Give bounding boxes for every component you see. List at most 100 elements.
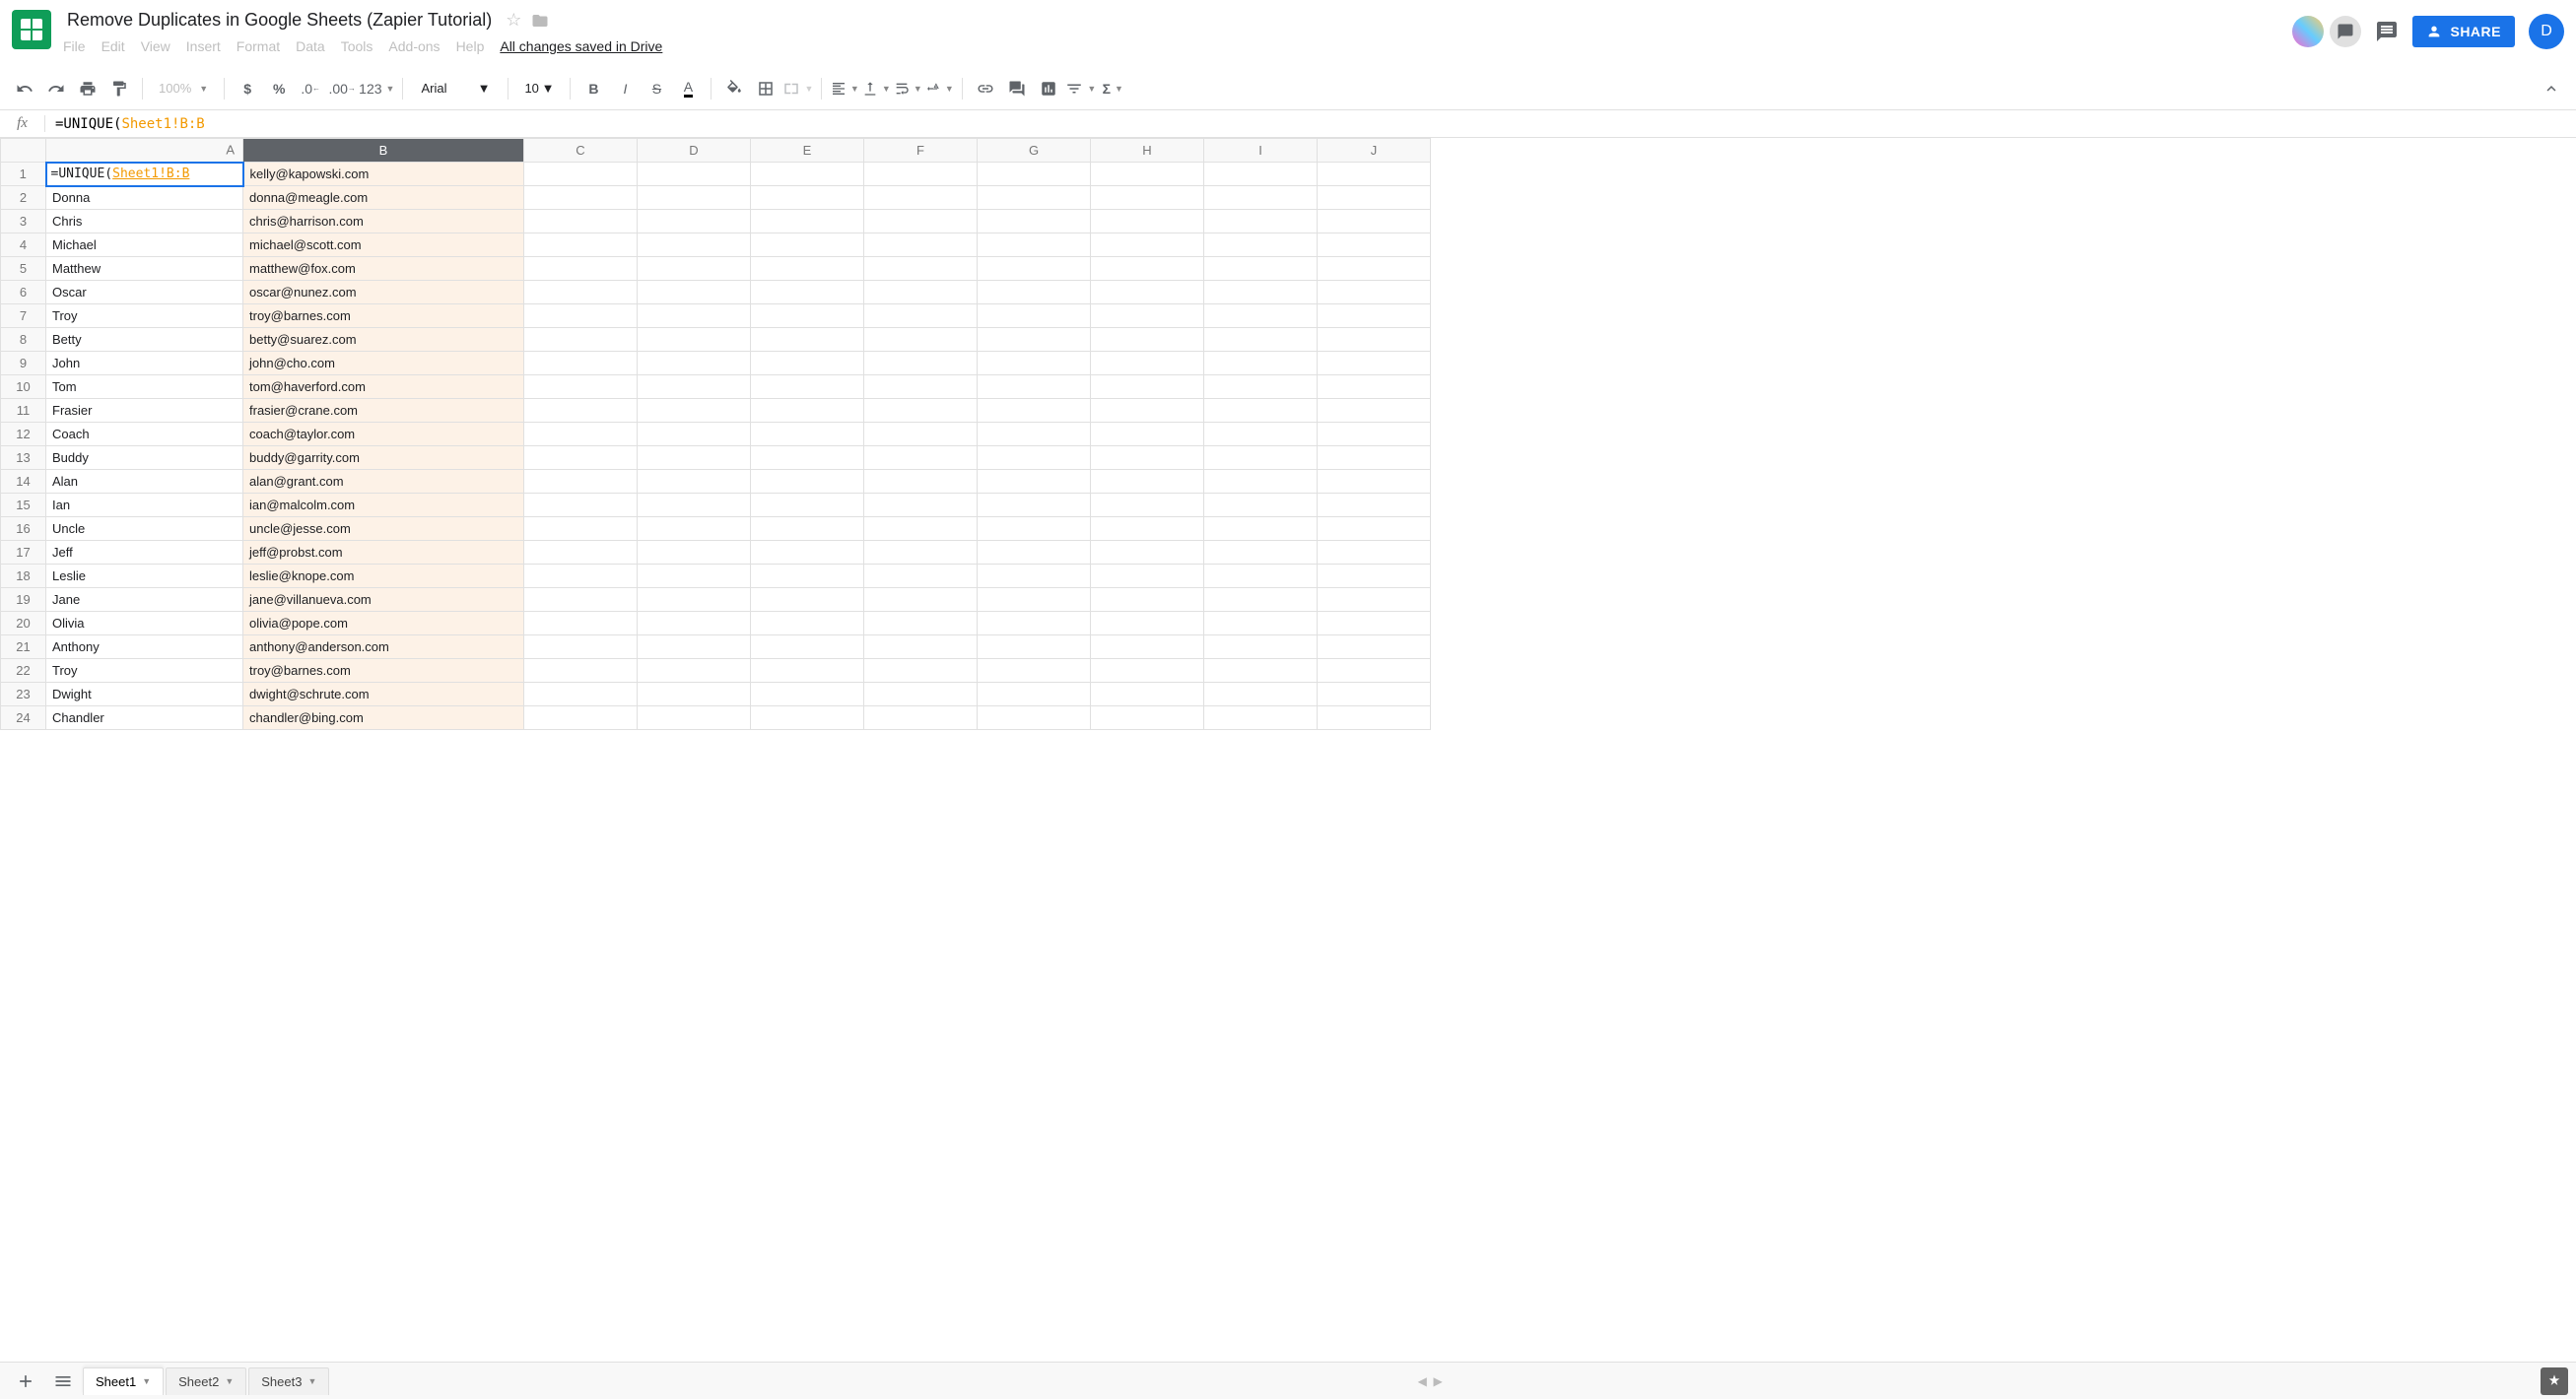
cell[interactable] — [751, 423, 864, 446]
cell[interactable] — [1204, 470, 1318, 494]
currency-button[interactable]: $ — [233, 74, 262, 103]
cell[interactable]: troy@barnes.com — [243, 304, 524, 328]
redo-button[interactable] — [41, 74, 71, 103]
cell[interactable] — [1204, 683, 1318, 706]
spreadsheet-grid[interactable]: A B C D E F G H I J 1Sheet3!A1=UNIQUE(Sh… — [0, 138, 2576, 1362]
row-header[interactable]: 11 — [1, 399, 46, 423]
cell[interactable] — [638, 233, 751, 257]
cell[interactable] — [751, 565, 864, 588]
cell[interactable] — [978, 399, 1091, 423]
cell[interactable] — [638, 352, 751, 375]
cell[interactable] — [1318, 565, 1431, 588]
cell[interactable]: Buddy — [46, 446, 243, 470]
column-header-C[interactable]: C — [524, 139, 638, 163]
column-header-F[interactable]: F — [864, 139, 978, 163]
cell[interactable] — [638, 635, 751, 659]
cell[interactable]: Jane — [46, 588, 243, 612]
horizontal-scroll-hint[interactable]: ◀ ▶ — [1418, 1374, 1453, 1388]
cell[interactable] — [751, 659, 864, 683]
cell[interactable] — [1318, 423, 1431, 446]
merge-cells-button[interactable]: ▼ — [782, 74, 813, 103]
row-header[interactable]: 2 — [1, 186, 46, 210]
cell[interactable] — [751, 304, 864, 328]
cell[interactable] — [1204, 328, 1318, 352]
cell[interactable] — [1091, 352, 1204, 375]
cell[interactable] — [1318, 517, 1431, 541]
insert-link-button[interactable] — [971, 74, 1000, 103]
number-format-select[interactable]: 123▼ — [359, 74, 394, 103]
cell[interactable] — [751, 257, 864, 281]
cell[interactable]: Tom — [46, 375, 243, 399]
cell[interactable] — [978, 446, 1091, 470]
row-header[interactable]: 1 — [1, 163, 46, 186]
cell[interactable] — [524, 399, 638, 423]
cell[interactable]: chris@harrison.com — [243, 210, 524, 233]
cell[interactable]: Donna — [46, 186, 243, 210]
all-sheets-button[interactable] — [45, 1366, 81, 1396]
cell[interactable] — [978, 659, 1091, 683]
cell[interactable] — [638, 375, 751, 399]
cell[interactable]: Uncle — [46, 517, 243, 541]
insert-comment-button[interactable] — [1002, 74, 1032, 103]
cell[interactable]: alan@grant.com — [243, 470, 524, 494]
cell[interactable]: Ian — [46, 494, 243, 517]
cell[interactable] — [524, 659, 638, 683]
cell[interactable] — [638, 163, 751, 186]
cell[interactable] — [1204, 210, 1318, 233]
cell[interactable] — [1091, 304, 1204, 328]
cell[interactable]: John — [46, 352, 243, 375]
cell[interactable] — [864, 517, 978, 541]
cell[interactable] — [638, 328, 751, 352]
cell[interactable] — [1091, 635, 1204, 659]
cell[interactable]: oscar@nunez.com — [243, 281, 524, 304]
cell[interactable] — [978, 423, 1091, 446]
cell[interactable] — [1318, 446, 1431, 470]
cell[interactable] — [978, 612, 1091, 635]
menu-view[interactable]: View — [141, 38, 170, 54]
cell[interactable] — [864, 163, 978, 186]
cell[interactable] — [1091, 257, 1204, 281]
cell[interactable] — [638, 494, 751, 517]
cell[interactable] — [978, 494, 1091, 517]
cell[interactable] — [864, 352, 978, 375]
cell[interactable] — [751, 635, 864, 659]
cell[interactable] — [524, 423, 638, 446]
menu-insert[interactable]: Insert — [186, 38, 221, 54]
cell[interactable] — [1204, 659, 1318, 683]
cell[interactable] — [864, 233, 978, 257]
cell[interactable] — [978, 233, 1091, 257]
cell[interactable] — [1318, 706, 1431, 730]
cell[interactable]: Olivia — [46, 612, 243, 635]
cell[interactable]: michael@scott.com — [243, 233, 524, 257]
anonymous-collaborator-icon[interactable] — [2330, 16, 2361, 47]
font-select[interactable]: Arial▼ — [411, 81, 500, 96]
cell[interactable] — [1204, 423, 1318, 446]
cell[interactable] — [864, 706, 978, 730]
cell[interactable] — [638, 612, 751, 635]
cell[interactable]: coach@taylor.com — [243, 423, 524, 446]
cell[interactable] — [1318, 257, 1431, 281]
cell[interactable] — [1204, 541, 1318, 565]
cell[interactable] — [1318, 328, 1431, 352]
column-header-A[interactable]: A — [46, 139, 243, 163]
cell[interactable] — [864, 683, 978, 706]
insert-chart-button[interactable] — [1034, 74, 1063, 103]
cell[interactable] — [751, 163, 864, 186]
cell[interactable] — [1091, 210, 1204, 233]
cell[interactable]: frasier@crane.com — [243, 399, 524, 423]
cell[interactable] — [1091, 706, 1204, 730]
cell[interactable] — [864, 304, 978, 328]
cell[interactable] — [1204, 706, 1318, 730]
menu-addons[interactable]: Add-ons — [388, 38, 440, 54]
cell[interactable] — [751, 210, 864, 233]
cell[interactable] — [978, 517, 1091, 541]
cell[interactable] — [638, 281, 751, 304]
cell[interactable] — [751, 186, 864, 210]
cell[interactable] — [1204, 517, 1318, 541]
cell[interactable] — [1318, 494, 1431, 517]
cell[interactable] — [1091, 281, 1204, 304]
cell[interactable] — [864, 399, 978, 423]
cell[interactable] — [1204, 375, 1318, 399]
cell[interactable] — [978, 281, 1091, 304]
add-sheet-button[interactable] — [8, 1366, 43, 1396]
